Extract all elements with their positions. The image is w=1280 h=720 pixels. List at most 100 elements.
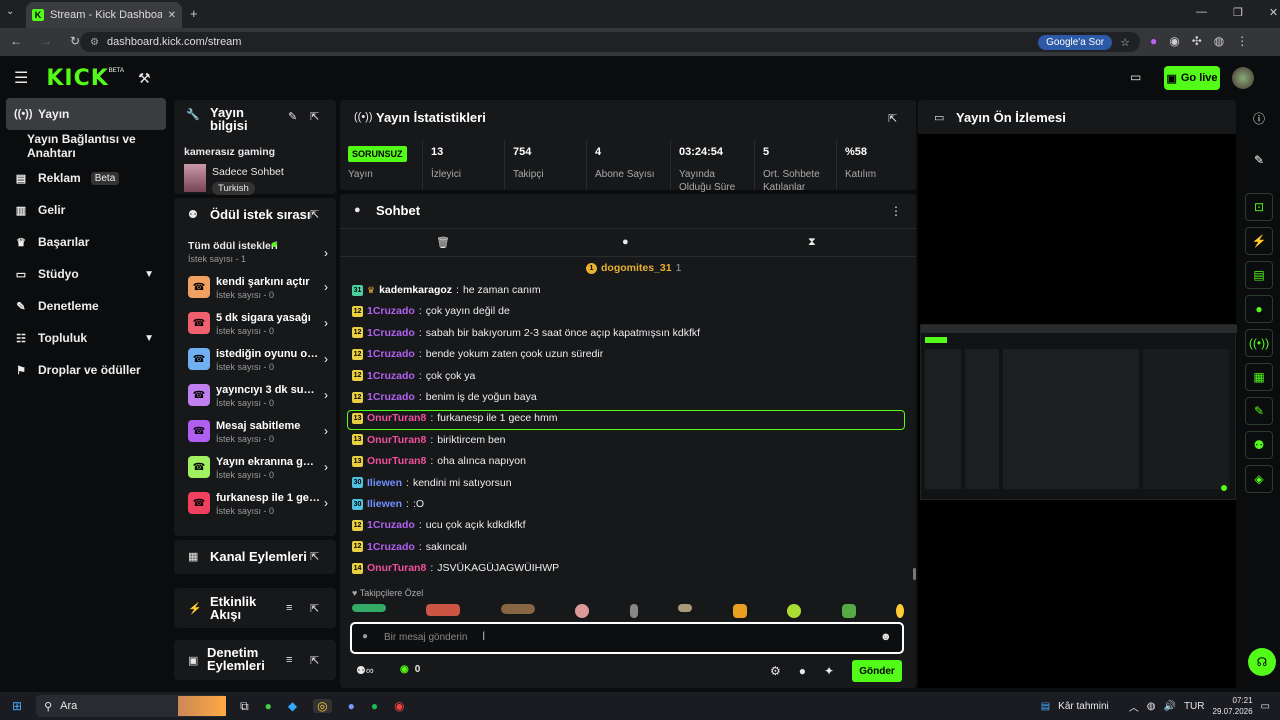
chat-username[interactable]: 1Cruzado (367, 327, 415, 339)
gift-icon[interactable]: ◈ (1245, 465, 1273, 493)
reward-item[interactable]: ☎ Mesaj sabitleme İstek sayısı - 0 › (188, 418, 328, 450)
popout-icon[interactable]: ⇱ (888, 112, 897, 125)
back-icon[interactable]: ← (10, 34, 22, 48)
weather-text[interactable]: Kâr tahmini (1058, 701, 1109, 712)
kick-logo[interactable]: KICK (46, 66, 108, 91)
chat-username[interactable]: 1Cruzado (367, 305, 415, 317)
broadcast-icon[interactable]: ((•)) (1245, 329, 1273, 357)
forward-icon[interactable]: → (40, 34, 52, 48)
emote[interactable] (575, 604, 590, 618)
popout-icon[interactable]: ⇱ (310, 602, 319, 615)
emote[interactable] (352, 604, 386, 612)
sidebar-item-stream-key[interactable]: Yayın Bağlantısı ve Anahtarı (0, 130, 172, 162)
chat-bubble-icon[interactable]: ● (622, 236, 629, 248)
popout-icon[interactable]: ⇱ (310, 550, 319, 563)
chat-username[interactable]: 1Cruzado (367, 348, 415, 360)
reward-item[interactable]: ☎ furkanesp ile 1 gece İstek sayısı - 0 … (188, 490, 328, 522)
sidebar-item-yayin[interactable]: ((•)) Yayın (6, 98, 166, 130)
sidebar-item-gelir[interactable]: ▥ Gelir (0, 194, 172, 226)
infinity-points-icon[interactable]: ⚉∞ (356, 664, 374, 677)
network-icon[interactable]: ◍ (1147, 701, 1156, 712)
send-button[interactable]: Gönder (852, 660, 902, 682)
emote[interactable] (732, 604, 747, 618)
popout-icon[interactable]: ⇱ (310, 208, 319, 221)
more-options-icon[interactable]: ⋮ (890, 204, 902, 218)
reward-icon[interactable]: ⚉ (1245, 431, 1273, 459)
extension-icon[interactable]: ● (1150, 34, 1157, 48)
support-headset-icon[interactable]: ☊ (1248, 648, 1276, 676)
emote[interactable] (841, 604, 856, 618)
chat-username[interactable]: Iliewen (367, 498, 402, 510)
sidebar-item-topluluk[interactable]: ☷ Topluluk ▼ (0, 322, 172, 354)
google-ask-button[interactable]: Google'a Sor (1038, 34, 1113, 50)
chat-username[interactable]: 1Cruzado (367, 370, 415, 382)
reward-item[interactable]: ☎ Yayın ekranına görs... İstek sayısı - … (188, 454, 328, 486)
reward-item[interactable]: ☎ kendi şarkını açtır İstek sayısı - 0 › (188, 274, 328, 306)
popout-icon[interactable]: ⇱ (310, 110, 319, 123)
app-icon[interactable]: ◆ (288, 699, 297, 713)
extension-icon[interactable]: ◉ (1169, 34, 1179, 48)
window-close-icon[interactable]: ✕ (1269, 6, 1278, 19)
hourglass-icon[interactable]: ⧗ (808, 236, 816, 249)
profile-icon[interactable]: ◍ (1214, 34, 1224, 48)
emote-icon[interactable]: ✦ (824, 664, 834, 678)
chat-username[interactable]: OnurTuran8 (367, 562, 426, 574)
chat-username[interactable]: 1Cruzado (367, 391, 415, 403)
film-icon[interactable]: ▦ (1245, 363, 1273, 391)
chat-input[interactable]: ● Bir mesaj gönderin I ☻ (350, 622, 904, 654)
sidebar-item-studyo[interactable]: ▭ Stüdyo ▼ (0, 258, 172, 290)
info-icon[interactable]: ⓘ (1238, 110, 1280, 127)
filter-icon[interactable]: ≡ (286, 654, 292, 666)
popout-icon[interactable]: ⇱ (310, 654, 319, 667)
chat-icon[interactable]: ● (1245, 295, 1273, 323)
all-rewards-item[interactable]: Tüm ödül istekleri İstek sayısı - 1 › (188, 240, 328, 272)
wrench-icon[interactable]: ✎ (1245, 397, 1273, 425)
emote[interactable] (426, 604, 461, 616)
minimize-icon[interactable]: — (1196, 6, 1207, 19)
discord-icon[interactable]: ● (348, 699, 355, 713)
chat-username[interactable]: OnurTuran8 (367, 412, 426, 424)
chat-username[interactable]: 1Cruzado (367, 541, 415, 553)
sidebar-item-denetleme[interactable]: ✎ Denetleme (0, 290, 172, 322)
chat-username[interactable]: Iliewen (367, 477, 402, 489)
reward-item[interactable]: ☎ 5 dk sigara yasağı İstek sayısı - 0 › (188, 310, 328, 342)
spotify-icon[interactable]: ● (371, 699, 378, 713)
url-field[interactable]: ⚙ dashboard.kick.com/stream Google'a Sor… (80, 32, 1140, 52)
bookmark-star-icon[interactable]: ☆ (1120, 36, 1130, 49)
whatsapp-icon[interactable]: ● (265, 699, 272, 713)
task-view-icon[interactable]: ⧉ (240, 699, 249, 714)
hammer-icon[interactable]: ⚒ (138, 70, 151, 87)
emote[interactable] (629, 604, 638, 618)
clock[interactable]: 07:21 29.07.2026 (1213, 695, 1253, 717)
go-live-button[interactable]: ▣ Go live (1164, 66, 1220, 90)
emoji-icon[interactable]: ☻ (880, 631, 892, 643)
obs-icon[interactable]: ◉ (394, 699, 404, 713)
chat-username[interactable]: kademkaragoz (379, 284, 452, 296)
sidebar-item-droplar[interactable]: ⚑ Droplar ve ödüller (0, 354, 172, 386)
tab-list-icon[interactable]: ⌄ (6, 6, 14, 17)
windows-start-icon[interactable]: ⊞ (12, 699, 22, 713)
emote[interactable] (895, 604, 904, 618)
preview-video[interactable] (920, 324, 1237, 500)
emote[interactable] (787, 604, 802, 618)
document-icon[interactable]: ▤ (1245, 261, 1273, 289)
reward-item[interactable]: ☎ yayıncıyı 3 dk sustur İstek sayısı - 0… (188, 382, 328, 414)
browser-tab[interactable]: K Stream - Kick Dashboard ✕ (26, 2, 182, 28)
sidebar-item-basarilar[interactable]: ♛ Başarılar (0, 226, 172, 258)
edit-icon[interactable]: ✎ (288, 110, 297, 123)
screen-icon[interactable]: ▭ (1130, 70, 1141, 84)
close-tab-icon[interactable]: ✕ (168, 10, 176, 21)
maximize-icon[interactable]: ❐ (1233, 6, 1243, 19)
capture-icon[interactable]: ⊡ (1245, 193, 1273, 221)
reward-item[interactable]: ☎ istediğin oyunu oyna... İstek sayısı -… (188, 346, 328, 378)
hamburger-menu-icon[interactable]: ☰ (14, 68, 28, 88)
chat-username[interactable]: OnurTuran8 (367, 455, 426, 467)
trash-icon[interactable]: 🗑 (436, 236, 450, 249)
tray-chevron-icon[interactable]: ︿ (1129, 699, 1139, 714)
avatar[interactable] (1232, 67, 1254, 89)
emote[interactable] (500, 604, 535, 614)
menu-dots-icon[interactable]: ⋮ (1236, 34, 1248, 48)
new-tab-icon[interactable]: + (190, 6, 198, 21)
pencil-icon[interactable]: ✎ (1238, 153, 1280, 167)
reload-icon[interactable]: ↻ (70, 34, 80, 48)
